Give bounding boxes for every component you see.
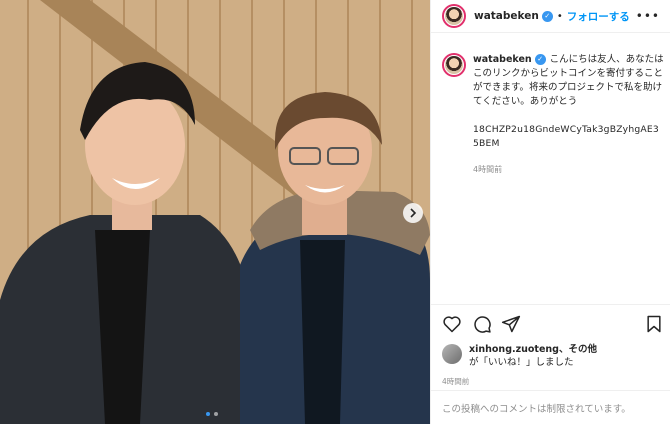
follow-button[interactable]: フォローする bbox=[567, 9, 630, 24]
likes-suffix: が「いいね！」しました bbox=[469, 357, 574, 368]
likes-text: xinhong.zuoteng、その他 が「いいね！」しました bbox=[469, 343, 597, 369]
header-username[interactable]: watabeken bbox=[474, 10, 539, 22]
likes-summary: xinhong.zuoteng、その他 が「いいね！」しました bbox=[442, 343, 597, 369]
verified-badge-icon: ✓ bbox=[541, 10, 553, 22]
wallet-address: 18CHZP2u18GndeWCyTak3gBZyhgAE35BEM bbox=[473, 124, 659, 149]
post-caption: watabeken ✓ こんにちは友人、あなたはこのリンクからビットコインを寄付する… bbox=[442, 53, 664, 177]
caption-avatar[interactable] bbox=[442, 53, 466, 77]
chevron-right-icon bbox=[410, 208, 417, 218]
post-header: watabeken ✓ • フォローする ••• bbox=[431, 0, 670, 33]
post-side-panel: watabeken ✓ • フォローする ••• watabeken ✓ こんにちは… bbox=[430, 0, 670, 424]
more-options-button[interactable]: ••• bbox=[636, 9, 660, 23]
post-photo[interactable] bbox=[0, 0, 430, 424]
caption-body: watabeken ✓ こんにちは友人、あなたはこのリンクからビットコインを寄付する… bbox=[473, 53, 664, 177]
liker-avatar[interactable] bbox=[442, 344, 462, 364]
comment-icon[interactable] bbox=[472, 314, 492, 334]
photo-illustration bbox=[0, 0, 430, 424]
profile-avatar[interactable] bbox=[442, 4, 466, 28]
likes-others-link[interactable]: その他 bbox=[568, 344, 597, 355]
verified-badge-icon: ✓ bbox=[534, 54, 546, 65]
share-icon[interactable] bbox=[501, 314, 521, 334]
heart-icon[interactable] bbox=[442, 314, 462, 334]
bookmark-icon[interactable] bbox=[644, 314, 664, 334]
carousel-dot-active bbox=[206, 412, 210, 416]
caption-username[interactable]: watabeken bbox=[473, 54, 532, 65]
comments-restricted-notice: この投稿へのコメントは制限されています。 bbox=[431, 390, 670, 424]
caption-timestamp[interactable]: 4時間前 bbox=[473, 163, 664, 177]
carousel-dot bbox=[214, 412, 218, 416]
carousel-dots bbox=[206, 412, 218, 416]
header-separator: • bbox=[556, 10, 563, 22]
action-bar bbox=[431, 304, 670, 341]
liker-username[interactable]: xinhong.zuoteng、 bbox=[469, 344, 568, 355]
post-timestamp[interactable]: 4時間前 bbox=[442, 376, 469, 387]
carousel-next-button[interactable] bbox=[403, 203, 423, 223]
